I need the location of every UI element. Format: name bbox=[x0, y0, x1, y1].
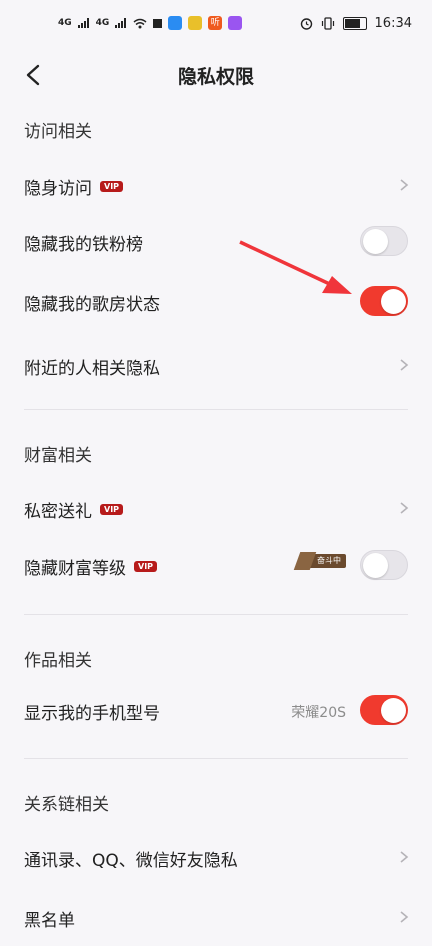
row-label-wrap: 显示我的手机型号 bbox=[24, 699, 160, 724]
row-hide-ktv-status: 隐藏我的歌房状态 bbox=[0, 274, 432, 330]
row-label: 隐身访问 bbox=[24, 179, 92, 199]
alarm-icon bbox=[300, 18, 312, 30]
toggle-knob bbox=[363, 553, 388, 578]
hide-wealth-level-toggle[interactable] bbox=[360, 550, 408, 580]
row-label: 显示我的手机型号 bbox=[24, 704, 160, 724]
row-label: 隐藏我的歌房状态 bbox=[24, 295, 160, 315]
signal-icon: 4G bbox=[58, 18, 72, 28]
row-label-wrap: 附近的人相关隐私 bbox=[24, 354, 160, 379]
row-label: 隐藏我的铁粉榜 bbox=[24, 235, 143, 255]
chevron-right-icon bbox=[400, 911, 409, 923]
row-label: 附近的人相关隐私 bbox=[24, 359, 160, 379]
row-label-wrap: 隐藏我的歌房状态 bbox=[24, 290, 160, 315]
wealth-level-badge: 奋斗中 bbox=[303, 554, 346, 568]
row-label: 私密送礼 bbox=[24, 502, 92, 522]
row-label: 黑名单 bbox=[24, 911, 75, 931]
chevron-right-icon bbox=[400, 502, 409, 514]
toggle-knob bbox=[363, 229, 388, 254]
toggle-knob bbox=[381, 698, 406, 723]
row-label-wrap: 隐藏财富等级 VIP bbox=[24, 554, 158, 579]
chevron-right-icon bbox=[400, 359, 409, 371]
hide-ktv-status-toggle[interactable] bbox=[360, 286, 408, 316]
row-label-wrap: 私密送礼 VIP bbox=[24, 497, 124, 522]
row-label-wrap: 隐身访问 VIP bbox=[24, 174, 124, 199]
vip-badge: VIP bbox=[100, 504, 124, 515]
app-icon-blue bbox=[168, 16, 183, 30]
show-phone-model-toggle[interactable] bbox=[360, 695, 408, 725]
row-hide-wealth-level: 隐藏财富等级 VIP 奋斗中 bbox=[0, 538, 432, 594]
status-left: 4G 4G 听 bbox=[58, 16, 243, 30]
row-blacklist[interactable]: 黑名单 bbox=[0, 890, 432, 946]
app-icon-purple bbox=[228, 16, 243, 30]
section-header-wealth: 财富相关 bbox=[24, 446, 92, 466]
chevron-right-icon bbox=[400, 851, 409, 863]
nav-bar: 隐私权限 bbox=[0, 52, 432, 96]
page-title: 隐私权限 bbox=[177, 66, 254, 88]
row-private-gift[interactable]: 私密送礼 VIP bbox=[0, 481, 432, 537]
row-label-wrap: 隐藏我的铁粉榜 bbox=[24, 230, 143, 255]
app-icon-yellow bbox=[188, 16, 203, 30]
signal-bars-icon bbox=[115, 18, 127, 28]
section-header-visit: 访问相关 bbox=[24, 122, 92, 142]
section-header-works: 作品相关 bbox=[24, 651, 92, 671]
row-label: 隐藏财富等级 bbox=[24, 559, 126, 579]
stop-icon bbox=[153, 18, 163, 28]
vip-badge: VIP bbox=[134, 561, 158, 572]
toggle-knob bbox=[381, 289, 406, 314]
row-show-phone-model: 显示我的手机型号 荣耀20S bbox=[0, 683, 432, 739]
chevron-right-icon bbox=[400, 179, 409, 191]
divider bbox=[24, 614, 408, 615]
status-right: 16:34 bbox=[300, 16, 412, 31]
wifi-icon bbox=[133, 18, 147, 28]
hide-iron-fans-toggle[interactable] bbox=[360, 226, 408, 256]
phone-model-value: 荣耀20S bbox=[291, 705, 346, 721]
row-stealth-visit[interactable]: 隐身访问 VIP bbox=[0, 158, 432, 214]
status-bar: 4G 4G 听 16:34 bbox=[0, 0, 432, 52]
vip-badge: VIP bbox=[100, 181, 124, 192]
row-label: 通讯录、QQ、微信好友隐私 bbox=[24, 851, 238, 871]
vibrate-icon bbox=[321, 17, 334, 30]
wealth-level-text: 奋斗中 bbox=[317, 556, 341, 565]
section-header-relation: 关系链相关 bbox=[24, 795, 109, 815]
row-hide-iron-fans: 隐藏我的铁粉榜 bbox=[0, 214, 432, 270]
app-icon-orange: 听 bbox=[208, 16, 223, 30]
divider bbox=[24, 409, 408, 410]
row-label-wrap: 通讯录、QQ、微信好友隐私 bbox=[24, 846, 238, 871]
status-time: 16:34 bbox=[374, 16, 412, 31]
battery-icon bbox=[342, 17, 367, 30]
row-label-wrap: 黑名单 bbox=[24, 906, 75, 931]
row-nearby-privacy[interactable]: 附近的人相关隐私 bbox=[0, 338, 432, 394]
signal-bars-icon bbox=[77, 18, 89, 28]
divider bbox=[24, 758, 408, 759]
signal-icon: 4G bbox=[95, 18, 110, 28]
row-contacts-privacy[interactable]: 通讯录、QQ、微信好友隐私 bbox=[0, 830, 432, 886]
